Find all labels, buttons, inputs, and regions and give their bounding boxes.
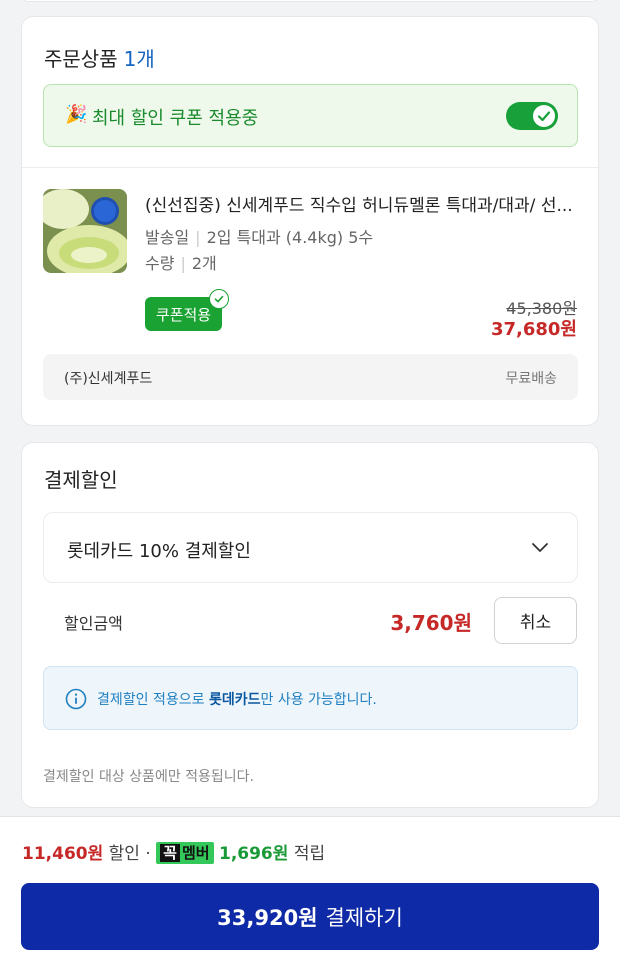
- kkok-member-badge: 꼭 멤버: [156, 842, 214, 864]
- cancel-discount-button[interactable]: 취소: [494, 597, 577, 644]
- quantity-value: 2개: [191, 254, 217, 273]
- total-discount-amount: 11,460원: [22, 844, 104, 864]
- discount-info-text: 결제할인 적용으로 롯데카드만 사용 가능합니다.: [97, 689, 377, 709]
- party-popper-icon: 🎉: [65, 104, 88, 125]
- dot-separator: ·: [145, 844, 151, 864]
- previous-section-edge: [21, 0, 599, 2]
- check-circle-icon: [209, 289, 229, 309]
- meta-separator: |: [180, 254, 186, 273]
- payment-discount-select[interactable]: 롯데카드 10% 결제할인: [43, 512, 578, 583]
- discount-note: 결제할인 대상 상품에만 적용됩니다.: [43, 769, 254, 785]
- points-label: 적립: [293, 844, 326, 864]
- payment-discount-card: 결제할인 롯데카드 10% 결제할인 할인금액 3,760원 취소 결제할인 적…: [21, 442, 599, 808]
- shipping-fee: 무료배송: [505, 371, 557, 387]
- checkout-bar: 11,460원 할인 · 꼭 멤버 1,696원 적립 33,920원 결제하기: [0, 816, 620, 960]
- coupon-toggle[interactable]: [506, 102, 558, 130]
- info-text-card: 롯데카드: [208, 692, 261, 708]
- kkok-badge-first: 꼭: [160, 844, 180, 862]
- product-option-value: 2입 특대과 (4.4kg) 5수: [206, 228, 374, 247]
- order-items-title: 주문상품 1개: [44, 43, 155, 72]
- payment-discount-title: 결제할인: [44, 468, 118, 492]
- product-quantity-row: 수량 | 2개: [145, 250, 217, 274]
- product-option-row: 발송일 | 2입 특대과 (4.4kg) 5수: [145, 224, 373, 248]
- discount-amount-label: 할인금액: [64, 614, 123, 633]
- seller-name: (주)신세계푸드: [64, 371, 153, 387]
- coupon-banner: 🎉 최대 할인 쿠폰 적용중: [43, 84, 578, 147]
- total-discount-label: 할인: [108, 844, 140, 864]
- chevron-down-icon: [529, 536, 551, 562]
- order-items-card: 주문상품 1개 🎉 최대 할인 쿠폰 적용중 (신선집중) 신세계푸드 직수입 허…: [21, 16, 599, 426]
- meta-separator: |: [195, 228, 201, 247]
- pay-button[interactable]: 33,920원 결제하기: [21, 883, 599, 950]
- info-text-suffix: 만 사용 가능합니다.: [260, 692, 377, 708]
- discount-info-box: 결제할인 적용으로 롯데카드만 사용 가능합니다.: [43, 666, 578, 730]
- coupon-banner-text: 최대 할인 쿠폰 적용중: [92, 108, 259, 129]
- info-text-prefix: 결제할인 적용으로: [97, 692, 209, 708]
- product-thumbnail[interactable]: [43, 189, 127, 273]
- info-icon: [65, 688, 87, 714]
- selected-discount-option: 롯데카드 10% 결제할인: [67, 541, 251, 562]
- quantity-label: 수량: [145, 254, 175, 273]
- ship-date-label: 발송일: [145, 228, 190, 247]
- seller-row: (주)신세계푸드 무료배송: [43, 354, 578, 400]
- check-icon: [533, 105, 555, 127]
- product-name[interactable]: (신선집중) 신세계푸드 직수입 허니듀멜론 특대과/대과/ 선...: [145, 191, 578, 216]
- discount-amount-value: 3,760원: [390, 611, 472, 635]
- divider: [22, 167, 598, 168]
- pay-amount: 33,920원: [217, 905, 318, 930]
- points-amount: 1,696원: [218, 844, 289, 864]
- order-items-title-text: 주문상품: [44, 47, 118, 71]
- sale-price: 37,680원: [490, 319, 577, 340]
- savings-summary: 11,460원 할인 · 꼭 멤버 1,696원 적립: [22, 839, 325, 864]
- kkok-badge-rest: 멤버: [181, 844, 210, 862]
- order-items-count: 1개: [123, 47, 155, 71]
- pay-label: 결제하기: [325, 905, 403, 930]
